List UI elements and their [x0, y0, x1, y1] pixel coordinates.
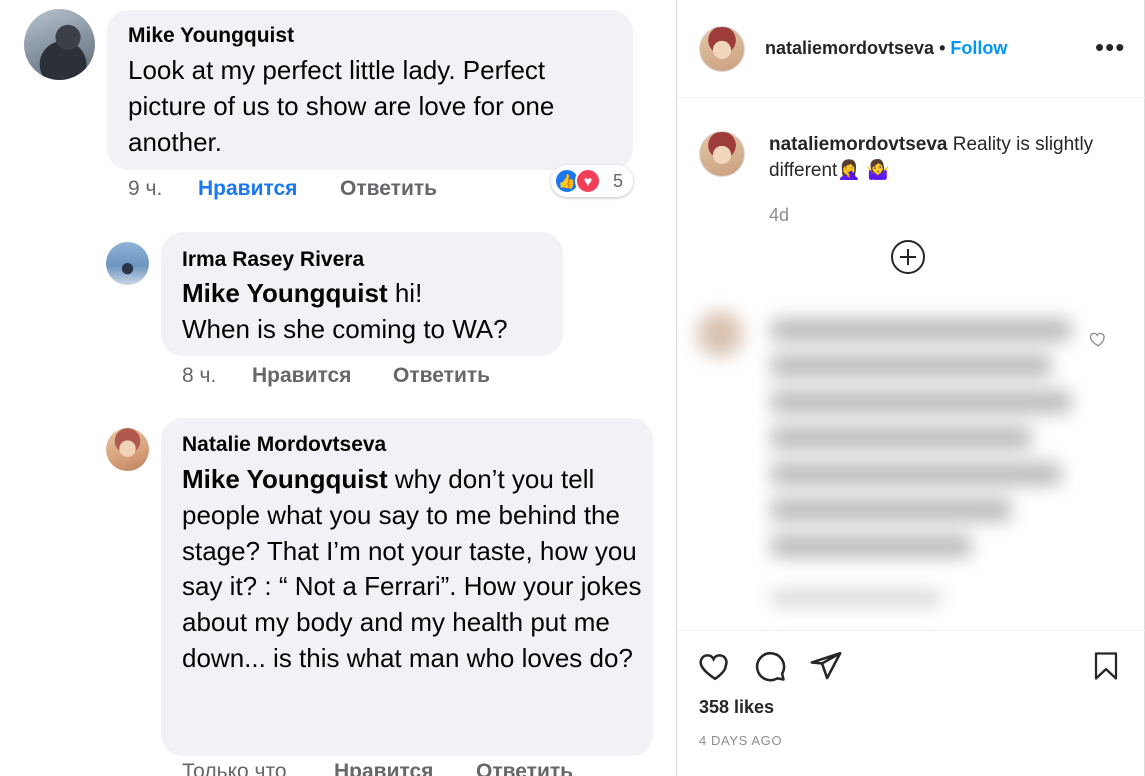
bookmark-icon[interactable]	[1091, 649, 1121, 683]
caption-avatar[interactable]	[699, 131, 745, 177]
follow-button[interactable]: Follow	[950, 38, 1007, 58]
instagram-post-panel: nataliemordovtseva • Follow ••• nataliem…	[676, 0, 1145, 776]
heart-icon[interactable]	[697, 649, 733, 683]
comment-mention[interactable]: Mike Youngquist	[182, 464, 388, 494]
blurred-line	[771, 355, 1051, 377]
comment-mention[interactable]: Mike Youngquist	[182, 278, 388, 308]
comment-text: Mike Youngquist why don’t you tell peopl…	[182, 462, 647, 677]
love-icon: ♥	[575, 168, 601, 194]
reactions-summary[interactable]: 👍 ♥ 5	[551, 165, 633, 197]
comment-timestamp[interactable]: 8 ч.	[182, 364, 216, 388]
comment-text: Look at my perfect little lady. Perfect …	[128, 55, 555, 157]
comment-like-heart-icon[interactable]	[1089, 330, 1107, 348]
blurred-line	[771, 463, 1061, 485]
post-author: nataliemordovtseva • Follow	[765, 38, 1007, 59]
avatar[interactable]	[699, 26, 745, 72]
reaction-count: 5	[613, 171, 624, 191]
blurred-line	[771, 391, 1071, 413]
comment-timestamp[interactable]: 9 ч.	[128, 177, 162, 201]
comment-text: Mike Youngquist hi! When is she coming to…	[182, 276, 557, 348]
post-header: nataliemordovtseva • Follow •••	[677, 0, 1145, 98]
more-options-icon[interactable]: •••	[1095, 32, 1125, 63]
load-more-comments-icon[interactable]	[891, 240, 925, 274]
blurred-line	[771, 319, 1071, 341]
like-button[interactable]: Нравится	[198, 177, 297, 201]
blurred-line	[771, 591, 941, 605]
avatar-mike-youngquist[interactable]	[24, 9, 95, 80]
comment-text-part: why don’t you tell people what you say t…	[182, 464, 642, 673]
blurred-line	[771, 427, 1031, 449]
post-timestamp[interactable]: 4 DAYS AGO	[699, 733, 782, 748]
reply-button[interactable]: Ответить	[476, 760, 573, 776]
comment-text-part: When is she coming to WA?	[182, 313, 508, 344]
username-link[interactable]: nataliemordovtseva	[765, 38, 934, 58]
facebook-comment-thread: Mike Youngquist Look at my perfect littl…	[0, 0, 676, 776]
caption-username[interactable]: nataliemordovtseva	[769, 134, 947, 155]
comment-timestamp[interactable]: Только что	[182, 760, 287, 776]
avatar-natalie-mordovtseva[interactable]	[106, 428, 149, 471]
comment-author[interactable]: Mike Youngquist	[128, 24, 294, 48]
blurred-avatar	[697, 311, 743, 357]
likes-count[interactable]: 358 likes	[699, 697, 774, 718]
separator-dot: •	[939, 38, 946, 58]
reply-button[interactable]: Ответить	[393, 364, 490, 388]
share-icon[interactable]	[809, 649, 843, 683]
post-actions: 358 likes 4 DAYS AGO	[677, 630, 1145, 776]
blurred-line	[771, 535, 971, 557]
like-button[interactable]: Нравится	[252, 364, 351, 388]
comment-text-part: hi!	[387, 278, 423, 308]
comment-icon[interactable]	[753, 649, 787, 683]
avatar-irma-rasey-rivera[interactable]	[106, 242, 149, 285]
caption-timestamp[interactable]: 4d	[769, 205, 789, 226]
like-button[interactable]: Нравится	[334, 760, 433, 776]
comment-author[interactable]: Natalie Mordovtseva	[182, 433, 386, 457]
blurred-line	[771, 499, 1011, 521]
post-caption: nataliemordovtseva Reality is slightly d…	[769, 132, 1109, 184]
blurred-comment	[691, 305, 1111, 625]
comment-author[interactable]: Irma Rasey Rivera	[182, 248, 364, 272]
reply-button[interactable]: Ответить	[340, 177, 437, 201]
